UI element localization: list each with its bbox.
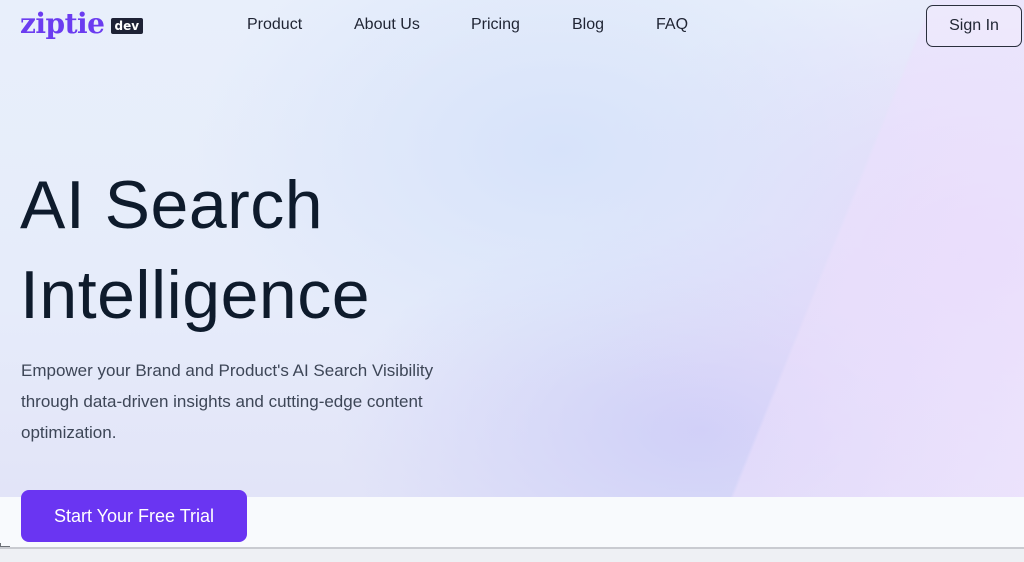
page: ziptie dev Product About Us Pricing Blog… [0, 0, 1024, 562]
window-bottom-bar [0, 549, 1024, 562]
nav-about-us[interactable]: About Us [354, 16, 420, 34]
logo-badge: dev [110, 18, 144, 34]
nav-pricing[interactable]: Pricing [471, 16, 520, 34]
hero-title: AI Search Intelligence [20, 160, 370, 340]
logo-wordmark: ziptie [20, 7, 105, 40]
nav-blog[interactable]: Blog [572, 16, 604, 34]
hero-title-line-1: AI Search [20, 167, 324, 243]
nav-product[interactable]: Product [247, 16, 302, 34]
sign-in-button[interactable]: Sign In [926, 5, 1022, 47]
nav-faq[interactable]: FAQ [656, 16, 688, 34]
hero-subtitle: Empower your Brand and Product's AI Sear… [21, 361, 434, 442]
hero-title-line-2: Intelligence [20, 257, 371, 333]
logo[interactable]: ziptie dev [20, 6, 144, 42]
start-free-trial-button[interactable]: Start Your Free Trial [21, 490, 247, 542]
